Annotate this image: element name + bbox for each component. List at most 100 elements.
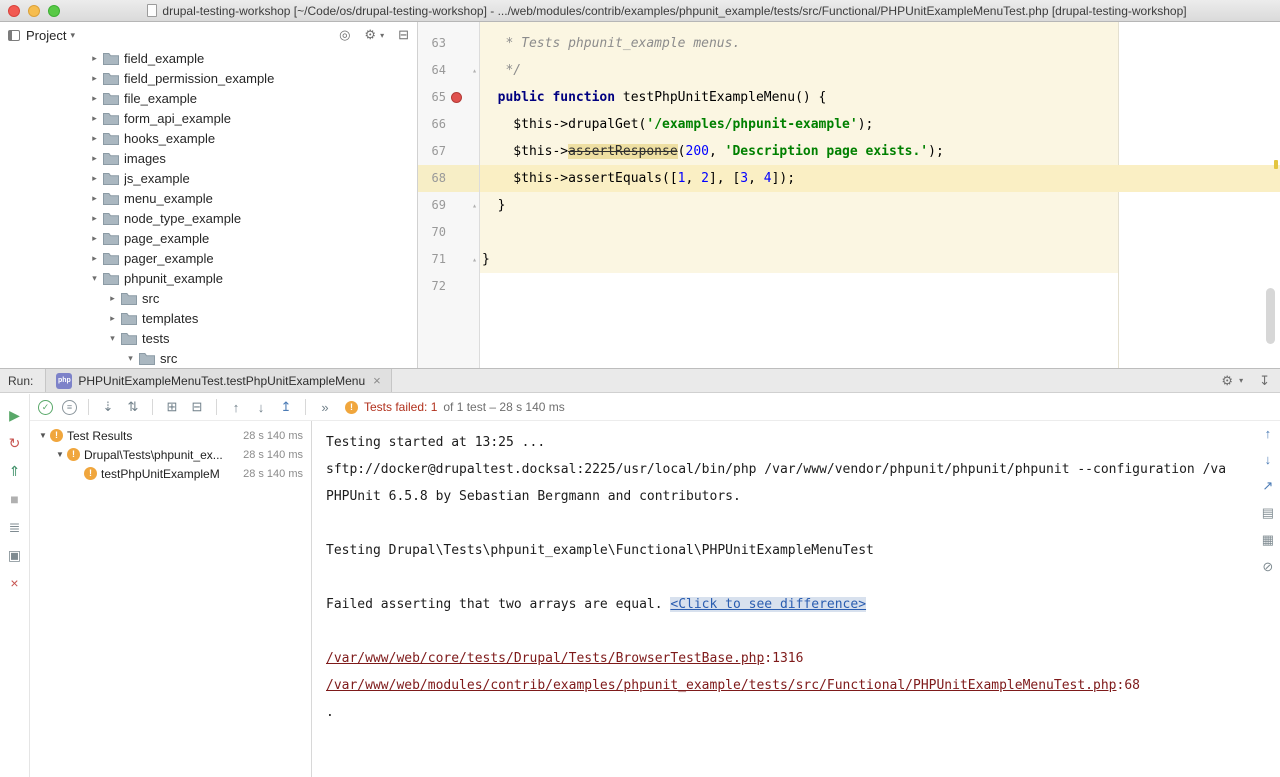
previous-failed-test-button[interactable]: ↑ bbox=[228, 400, 244, 415]
print-button[interactable]: ▤ bbox=[1262, 505, 1274, 521]
code-line[interactable] bbox=[480, 273, 1280, 300]
toggle-auto-test-button[interactable]: ⇑ bbox=[0, 457, 29, 485]
folder-icon bbox=[103, 152, 119, 165]
import-test-results-button[interactable]: ↥ bbox=[278, 399, 294, 415]
scroll-down-button[interactable]: ↓ bbox=[1265, 452, 1272, 467]
console-panel[interactable]: Testing started at 13:25 ...sftp://docke… bbox=[312, 421, 1280, 777]
project-tree-item[interactable]: ▸page_example bbox=[0, 228, 417, 248]
warning-stripe-mark[interactable] bbox=[1274, 160, 1278, 169]
chevron-right-icon[interactable]: ▸ bbox=[106, 293, 119, 304]
project-tree-item[interactable]: ▸ js_example bbox=[0, 168, 417, 188]
zoom-window-button[interactable] bbox=[48, 5, 60, 17]
project-settings-gear-icon[interactable]: ⚙ bbox=[364, 27, 376, 43]
close-window-button[interactable] bbox=[8, 5, 20, 17]
folder-icon bbox=[139, 352, 155, 365]
tree-chevron-icon[interactable]: ▼ bbox=[53, 450, 67, 459]
code-line[interactable]: public function testPhpUnitExampleMenu()… bbox=[480, 84, 1280, 111]
code-line[interactable]: $this->assertResponse(200, 'Description … bbox=[480, 138, 1280, 165]
close-run-panel-button[interactable]: × bbox=[0, 569, 29, 597]
chevron-right-icon[interactable]: ▸ bbox=[106, 313, 119, 324]
chevron-right-icon[interactable]: ▸ bbox=[88, 233, 101, 244]
locate-file-button[interactable]: ◎ bbox=[339, 27, 350, 43]
project-tree-item[interactable]: ▸menu_example bbox=[0, 188, 417, 208]
stop-button[interactable]: ■ bbox=[0, 485, 29, 513]
restore-layout-button[interactable]: ▣ bbox=[0, 541, 29, 569]
project-tree-item[interactable]: ▸field_example bbox=[0, 48, 417, 68]
chevron-right-icon[interactable]: ▸ bbox=[88, 173, 101, 184]
scroll-up-button[interactable]: ↑ bbox=[1265, 426, 1272, 441]
code-line[interactable]: } bbox=[480, 246, 1280, 273]
project-tree-item[interactable]: ▸templates bbox=[0, 308, 417, 328]
chevron-right-icon[interactable]: ▸ bbox=[88, 133, 101, 144]
chevron-right-icon[interactable]: ▸ bbox=[88, 93, 101, 104]
chevron-right-icon[interactable]: ▸ bbox=[88, 193, 101, 204]
dump-threads-button[interactable]: ≣ bbox=[0, 513, 29, 541]
more-options-chevron[interactable]: » bbox=[317, 400, 333, 415]
project-tree-item[interactable]: ▾src bbox=[0, 348, 417, 368]
minimize-window-button[interactable] bbox=[28, 5, 40, 17]
sort-by-duration-toggle[interactable]: ⇣ bbox=[100, 399, 116, 415]
chevron-right-icon[interactable]: ▸ bbox=[88, 153, 101, 164]
code-token: ( bbox=[678, 144, 686, 159]
run-button[interactable]: ▶ bbox=[0, 401, 29, 429]
code-line[interactable]: $this->assertEquals([1, 2], [3, 4]); bbox=[480, 165, 1280, 192]
editor-code[interactable]: * Tests phpunit_example menus. */ public… bbox=[480, 22, 1280, 368]
chevron-right-icon[interactable]: ▸ bbox=[88, 253, 101, 264]
code-line[interactable]: } bbox=[480, 192, 1280, 219]
show-ignored-toggle[interactable]: ≡ bbox=[62, 400, 77, 415]
project-tree-item[interactable]: ▸src bbox=[0, 288, 417, 308]
project-tree-item[interactable]: ▸file_example bbox=[0, 88, 417, 108]
project-tree-item[interactable]: ▸pager_example bbox=[0, 248, 417, 268]
test-tree-item[interactable]: ▼!Test Results28 s 140 ms bbox=[30, 426, 311, 445]
diff-link[interactable]: <Click to see difference> bbox=[670, 597, 866, 612]
project-tree-item[interactable]: ▾tests bbox=[0, 328, 417, 348]
collapse-all-button[interactable]: ⊟ bbox=[189, 399, 205, 415]
code-line[interactable] bbox=[480, 219, 1280, 246]
chevron-down-icon[interactable]: ▾ bbox=[106, 333, 119, 344]
fold-marker-icon[interactable]: ▴ bbox=[472, 246, 477, 273]
project-tree-item[interactable]: ▸hooks_example bbox=[0, 128, 417, 148]
project-tree-item[interactable]: ▾phpunit_example bbox=[0, 268, 417, 288]
project-view-chevron-icon[interactable]: ▾ bbox=[70, 30, 75, 41]
hide-run-panel-button[interactable]: ↧ bbox=[1259, 373, 1270, 389]
stacktrace-line-number: :68 bbox=[1117, 678, 1140, 693]
rerun-failed-tests-button[interactable]: ↻ bbox=[0, 429, 29, 457]
fold-marker-icon[interactable]: ▴ bbox=[472, 57, 477, 84]
expand-all-button[interactable]: ⊞ bbox=[164, 399, 180, 415]
project-tree-item[interactable]: ▸field_permission_example bbox=[0, 68, 417, 88]
run-tab[interactable]: php PHPUnitExampleMenuTest.testPhpUnitEx… bbox=[45, 369, 391, 392]
test-tree-item[interactable]: !testPhpUnitExampleM28 s 140 ms bbox=[30, 464, 311, 483]
code-line[interactable]: $this->drupalGet('/examples/phpunit-exam… bbox=[480, 111, 1280, 138]
notepad-button[interactable]: ▦ bbox=[1262, 532, 1274, 548]
chevron-right-icon[interactable]: ▸ bbox=[88, 73, 101, 84]
code-line[interactable]: */ bbox=[480, 57, 1280, 84]
run-settings-gear-icon[interactable]: ⚙ bbox=[1221, 373, 1233, 389]
editor-scrollbar-thumb[interactable] bbox=[1266, 288, 1275, 344]
chevron-right-icon[interactable]: ▸ bbox=[88, 53, 101, 64]
code-line[interactable]: * Tests phpunit_example menus. bbox=[480, 30, 1280, 57]
close-tab-icon[interactable]: × bbox=[373, 373, 381, 388]
code-token: , bbox=[748, 171, 764, 186]
titlebar[interactable]: drupal-testing-workshop [~/Code/os/drupa… bbox=[0, 0, 1280, 22]
chevron-right-icon[interactable]: ▸ bbox=[88, 213, 101, 224]
jump-to-source-button[interactable]: ↗ bbox=[1262, 478, 1273, 494]
chevron-down-icon[interactable]: ▾ bbox=[124, 353, 137, 364]
failed-test-gutter-icon[interactable] bbox=[451, 92, 462, 103]
test-tree-item[interactable]: ▼!Drupal\Tests\phpunit_ex...28 s 140 ms bbox=[30, 445, 311, 464]
hide-project-panel-button[interactable]: ⊟ bbox=[398, 27, 409, 43]
show-passed-toggle[interactable]: ✓ bbox=[38, 400, 53, 415]
stacktrace-link[interactable]: /var/www/web/core/tests/Drupal/Tests/Bro… bbox=[326, 651, 764, 666]
folder-name: js_example bbox=[124, 171, 190, 186]
project-tree-item[interactable]: ▸node_type_example bbox=[0, 208, 417, 228]
fold-marker-icon[interactable]: ▴ bbox=[472, 192, 477, 219]
chevron-down-icon[interactable]: ▾ bbox=[88, 273, 101, 284]
clear-output-button[interactable]: ⊘ bbox=[1262, 559, 1273, 575]
stacktrace-link[interactable]: /var/www/web/modules/contrib/examples/ph… bbox=[326, 678, 1117, 693]
code-token: * Tests phpunit_example menus. bbox=[482, 36, 740, 51]
project-tree-item[interactable]: ▸form_api_example bbox=[0, 108, 417, 128]
sort-alphabetically-toggle[interactable]: ⇅ bbox=[125, 399, 141, 415]
tree-chevron-icon[interactable]: ▼ bbox=[36, 431, 50, 440]
next-failed-test-button[interactable]: ↓ bbox=[253, 400, 269, 415]
project-tree-item[interactable]: ▸images bbox=[0, 148, 417, 168]
chevron-right-icon[interactable]: ▸ bbox=[88, 113, 101, 124]
